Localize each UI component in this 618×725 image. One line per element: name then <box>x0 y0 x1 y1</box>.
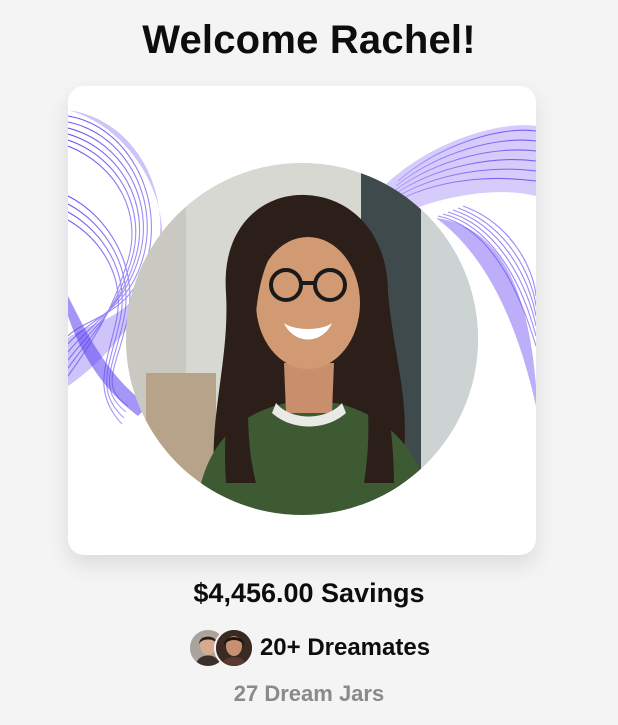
dreamates-count: 20+ Dreamates <box>259 634 431 661</box>
welcome-screen: Welcome Rachel! $4,456.00 Savings 20+ Dr… <box>0 0 618 725</box>
dreamates-avatars <box>187 628 254 668</box>
dream-jars-count[interactable]: 27 Dream Jars <box>0 681 618 707</box>
profile-photo <box>126 163 478 515</box>
avatar <box>213 628 254 668</box>
avatar-icon <box>215 630 252 666</box>
profile-card <box>68 86 536 555</box>
profile-photo-icon <box>126 163 478 515</box>
savings-amount: $4,456.00 Savings <box>193 578 425 608</box>
page-title: Welcome Rachel! <box>142 18 476 62</box>
dreamates-row[interactable]: 20+ Dreamates <box>0 628 618 668</box>
